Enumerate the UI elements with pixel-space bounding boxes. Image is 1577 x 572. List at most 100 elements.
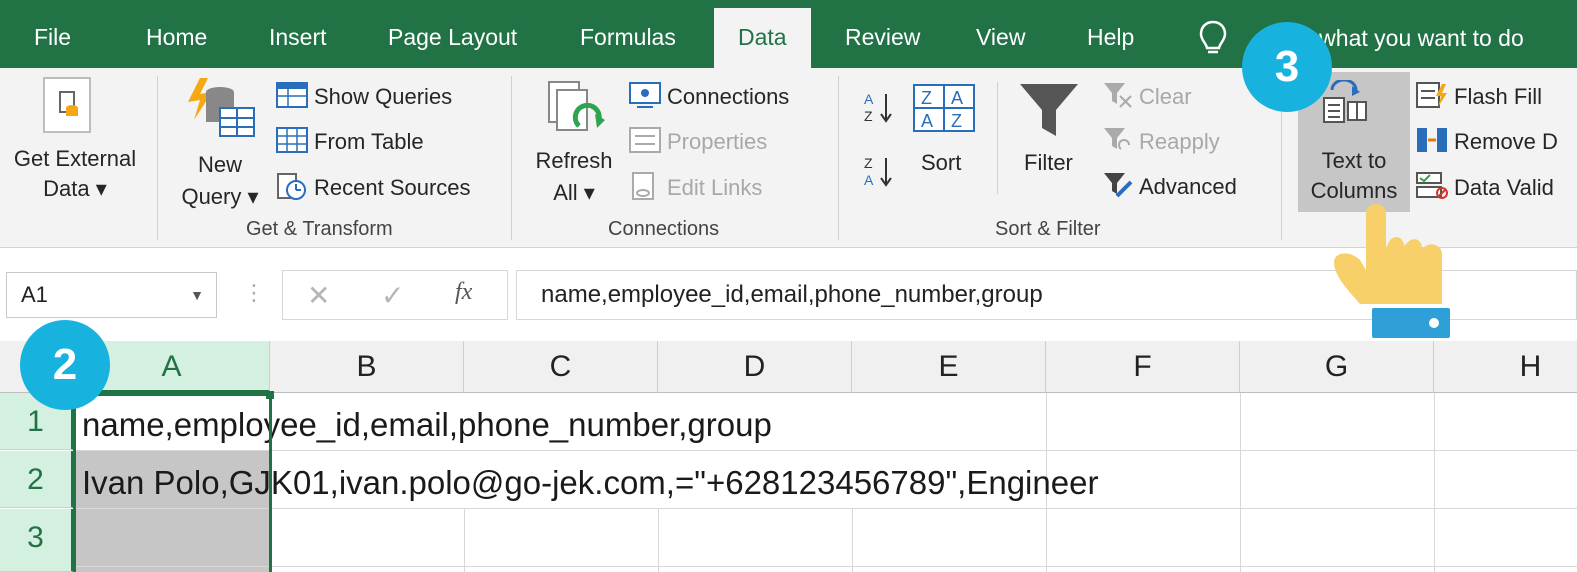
insert-function-icon[interactable]: fx (455, 279, 472, 306)
connections-label: Connections (667, 84, 790, 109)
formula-buttons: ✕ ✓ fx (282, 270, 508, 320)
table-icon (276, 127, 308, 153)
refresh-all-icon (545, 80, 607, 140)
recent-sources-label: Recent Sources (314, 175, 471, 200)
reapply-label: Reapply (1139, 129, 1220, 154)
recent-sources-button[interactable]: Recent Sources (276, 172, 471, 201)
cancel-edit-icon[interactable]: ✕ (307, 279, 330, 312)
flash-fill-icon (1416, 82, 1447, 108)
svg-text:Z: Z (864, 108, 873, 124)
chevron-down-icon[interactable]: ▼ (190, 287, 204, 303)
row-header-3[interactable]: 3 (0, 509, 74, 572)
sort-dialog-icon: Z A A Z (913, 84, 975, 132)
sort-button[interactable]: Sort (921, 150, 961, 176)
tab-home[interactable]: Home (146, 0, 207, 68)
column-header-h[interactable]: H (1434, 341, 1577, 393)
tab-help[interactable]: Help (1087, 0, 1134, 68)
grid-line (1434, 393, 1435, 572)
data-validation-button[interactable]: Data Valid (1416, 172, 1554, 201)
get-external-data-icon (42, 76, 92, 134)
clear-label: Clear (1139, 84, 1192, 109)
sort-filter-group-label: Sort & Filter (995, 218, 1101, 240)
step-2-badge: 2 (20, 320, 110, 410)
ribbon-separator (997, 82, 998, 194)
grid-line (1240, 393, 1241, 572)
table-icon (276, 82, 308, 108)
flash-fill-label: Flash Fill (1454, 84, 1543, 109)
get-external-label-1: Get External (13, 146, 137, 171)
tab-page-layout[interactable]: Page Layout (388, 0, 517, 68)
grid-line (658, 509, 659, 572)
svg-text:Z: Z (921, 88, 932, 108)
recent-sources-icon (277, 173, 306, 200)
edit-links-icon (632, 172, 654, 200)
tab-formulas[interactable]: Formulas (580, 0, 676, 68)
get-external-data-button[interactable]: Get External Data ▾ (8, 146, 142, 202)
properties-button[interactable]: Properties (629, 127, 767, 155)
text-to-columns-icon (1323, 80, 1367, 123)
column-header-d[interactable]: D (658, 341, 852, 393)
name-box[interactable]: A1 ▼ (6, 272, 217, 318)
lightbulb-icon[interactable] (1196, 18, 1230, 58)
show-queries-label: Show Queries (314, 84, 453, 109)
column-header-c[interactable]: C (464, 341, 658, 393)
svg-text:A: A (864, 172, 874, 188)
fill-handle[interactable] (266, 391, 274, 399)
edit-links-label: Edit Links (667, 175, 763, 200)
remove-duplicates-label: Remove D (1454, 129, 1558, 154)
refresh-all-label-1: Refresh (535, 148, 613, 173)
formula-text: name,employee_id,email,phone_number,grou… (541, 281, 1043, 308)
row-header-2[interactable]: 2 (0, 451, 74, 508)
column-header-b[interactable]: B (270, 341, 464, 393)
remove-duplicates-button[interactable]: Remove D (1416, 127, 1558, 155)
grid-line (464, 509, 465, 572)
svg-text:A: A (951, 88, 963, 108)
text-to-columns-label: Text to Columns (1298, 148, 1410, 204)
column-header-f[interactable]: F (1046, 341, 1240, 393)
new-query-label-2: Query ▾ (181, 184, 259, 209)
svg-text:A: A (864, 91, 874, 107)
from-table-label: From Table (314, 129, 424, 154)
remove-duplicates-icon (1417, 128, 1447, 152)
new-query-button[interactable]: New Query ▾ (170, 152, 270, 210)
data-validation-label: Data Valid (1454, 175, 1554, 200)
filter-funnel-icon (1018, 82, 1080, 138)
filter-button[interactable]: Filter (1024, 150, 1073, 176)
connections-button[interactable]: Connections (629, 82, 789, 110)
reapply-button[interactable]: Reapply (1103, 127, 1220, 155)
tab-data[interactable]: Data (714, 8, 811, 70)
svg-text:A: A (921, 111, 933, 131)
text-to-columns-line1: Text to (1321, 148, 1387, 173)
grid-line (74, 566, 1577, 567)
grid-line (852, 509, 853, 572)
tab-insert[interactable]: Insert (269, 0, 327, 68)
confirm-edit-icon[interactable]: ✓ (381, 279, 404, 312)
new-query-icon (186, 78, 256, 140)
tab-view[interactable]: View (976, 0, 1025, 68)
sort-ascending-icon[interactable]: A Z (864, 90, 896, 124)
advanced-filter-button[interactable]: Advanced (1103, 172, 1237, 200)
clear-filter-button[interactable]: Clear (1103, 82, 1192, 110)
refresh-all-button[interactable]: Refresh All ▾ (528, 148, 620, 206)
edit-links-button[interactable]: Edit Links (629, 172, 762, 201)
connections-group-label: Connections (608, 218, 720, 240)
column-header-g[interactable]: G (1240, 341, 1434, 393)
from-table-button[interactable]: From Table (276, 127, 424, 155)
formula-bar-grip-icon: ⋮ (243, 280, 265, 305)
ribbon-separator (511, 76, 512, 240)
tab-review[interactable]: Review (845, 0, 920, 68)
new-query-label-1: New (197, 152, 242, 177)
ribbon-separator (838, 76, 839, 240)
reapply-icon (1104, 128, 1130, 150)
show-queries-button[interactable]: Show Queries (276, 82, 452, 110)
svg-text:Z: Z (951, 111, 962, 131)
column-header-e[interactable]: E (852, 341, 1046, 393)
step-3-badge: 3 (1242, 22, 1332, 112)
tell-me-search[interactable]: e what you want to do (1300, 0, 1524, 68)
flash-fill-button[interactable]: Flash Fill (1416, 82, 1542, 110)
tab-file[interactable]: File (34, 0, 71, 68)
sort-descending-icon[interactable]: Z A (864, 154, 896, 188)
svg-text:Z: Z (864, 155, 873, 171)
name-box-value: A1 (21, 282, 48, 307)
ribbon-separator (157, 76, 158, 240)
